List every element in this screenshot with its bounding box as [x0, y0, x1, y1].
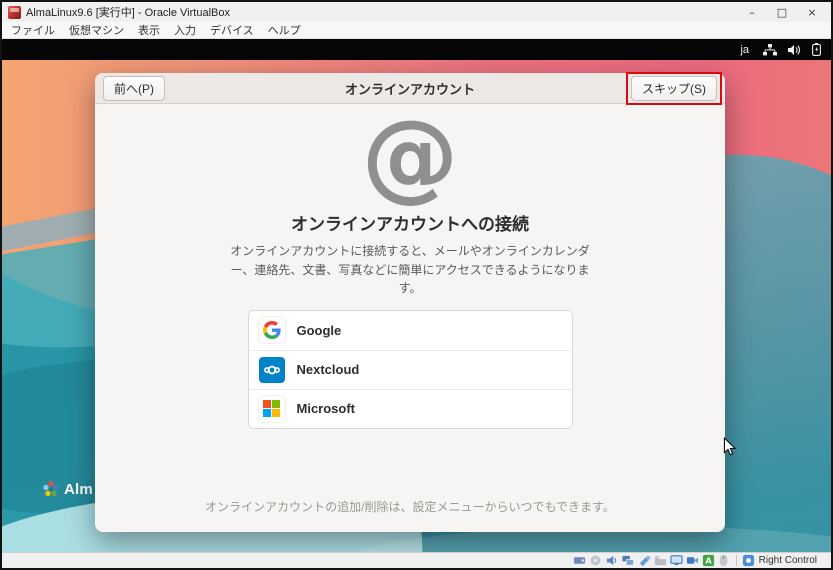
usb-devices-icon[interactable]: [638, 554, 651, 567]
close-button[interactable]: ×: [797, 2, 827, 22]
vbox-menubar: ファイル 仮想マシン 表示 入力 デバイス ヘルプ: [2, 22, 831, 39]
menu-file[interactable]: ファイル: [4, 22, 62, 38]
volume-icon[interactable]: [788, 44, 801, 56]
footer-note: オンラインアカウントの追加/削除は、設定メニューからいつでもできます。: [205, 500, 615, 514]
nextcloud-icon: [258, 356, 285, 383]
mouse-cursor: [723, 436, 737, 462]
menu-view[interactable]: 表示: [131, 22, 167, 38]
network-adapters-icon[interactable]: [621, 554, 635, 567]
guest-screen: ja Alm オンラインアカウント 前へ(P) スキップ(S) @ オンラインア…: [2, 39, 831, 552]
maximize-button[interactable]: □: [767, 2, 797, 22]
provider-label: Microsoft: [296, 401, 356, 417]
provider-label: Google: [296, 322, 342, 338]
shared-folders-icon[interactable]: [654, 554, 667, 567]
vm-window-icon: [8, 5, 21, 19]
features-icon[interactable]: A: [702, 554, 715, 567]
optical-disk-icon[interactable]: [589, 554, 602, 567]
provider-row-google[interactable]: Google: [248, 310, 572, 350]
vbox-titlebar: AlmaLinux9.6 [実行中] - Oracle VirtualBox –…: [2, 2, 831, 22]
provider-label: Nextcloud: [296, 362, 360, 378]
skip-button[interactable]: スキップ(S): [631, 75, 717, 101]
at-symbol-icon: @: [361, 99, 459, 212]
dialog-body: @ オンラインアカウントへの接続 オンラインアカウントに接続すると、メールやオン…: [95, 104, 725, 532]
host-key-icon: [742, 554, 755, 567]
page-description: オンラインアカウントに接続すると、メールやオンラインカレンダー、連絡先、文書、写…: [230, 244, 590, 296]
provider-row-microsoft[interactable]: Microsoft: [248, 388, 572, 428]
vbox-statusbar: A Right Control: [2, 552, 831, 568]
menu-devices[interactable]: デバイス: [203, 22, 261, 38]
gnome-topbar: ja: [2, 39, 831, 60]
provider-row-nextcloud[interactable]: Nextcloud: [248, 349, 572, 389]
microsoft-icon: [258, 395, 285, 422]
display-icon[interactable]: [670, 554, 683, 567]
page-title: オンラインアカウントへの接続: [291, 215, 529, 234]
network-wired-icon[interactable]: [763, 43, 777, 56]
audio-icon[interactable]: [605, 554, 618, 567]
menu-input[interactable]: 入力: [167, 22, 203, 38]
battery-charging-icon[interactable]: [812, 43, 821, 56]
statusbar-separator: [735, 555, 737, 566]
almalinux-logo-text: Alm: [64, 480, 93, 498]
hard-disk-icon[interactable]: [573, 554, 586, 567]
window-title: AlmaLinux9.6 [実行中] - Oracle VirtualBox: [26, 7, 230, 19]
skip-annotation-box: スキップ(S): [626, 71, 722, 105]
recording-icon[interactable]: [686, 554, 699, 567]
menu-machine[interactable]: 仮想マシン: [62, 22, 131, 38]
provider-list: Google Nextcloud Microsoft: [247, 309, 573, 429]
svg-text:A: A: [705, 556, 712, 566]
menu-help[interactable]: ヘルプ: [261, 22, 308, 38]
keyboard-layout-indicator[interactable]: ja: [740, 44, 749, 56]
google-icon: [258, 317, 285, 344]
minimize-button[interactable]: –: [737, 2, 767, 22]
almalinux-desktop-logo: Alm: [42, 480, 93, 498]
online-accounts-dialog: オンラインアカウント 前へ(P) スキップ(S) @ オンラインアカウントへの接…: [95, 71, 725, 532]
previous-button[interactable]: 前へ(P): [103, 75, 165, 101]
almalinux-pinwheel-icon: [43, 481, 59, 497]
mouse-integration-icon[interactable]: [718, 554, 729, 567]
host-key-label: Right Control: [758, 555, 817, 566]
